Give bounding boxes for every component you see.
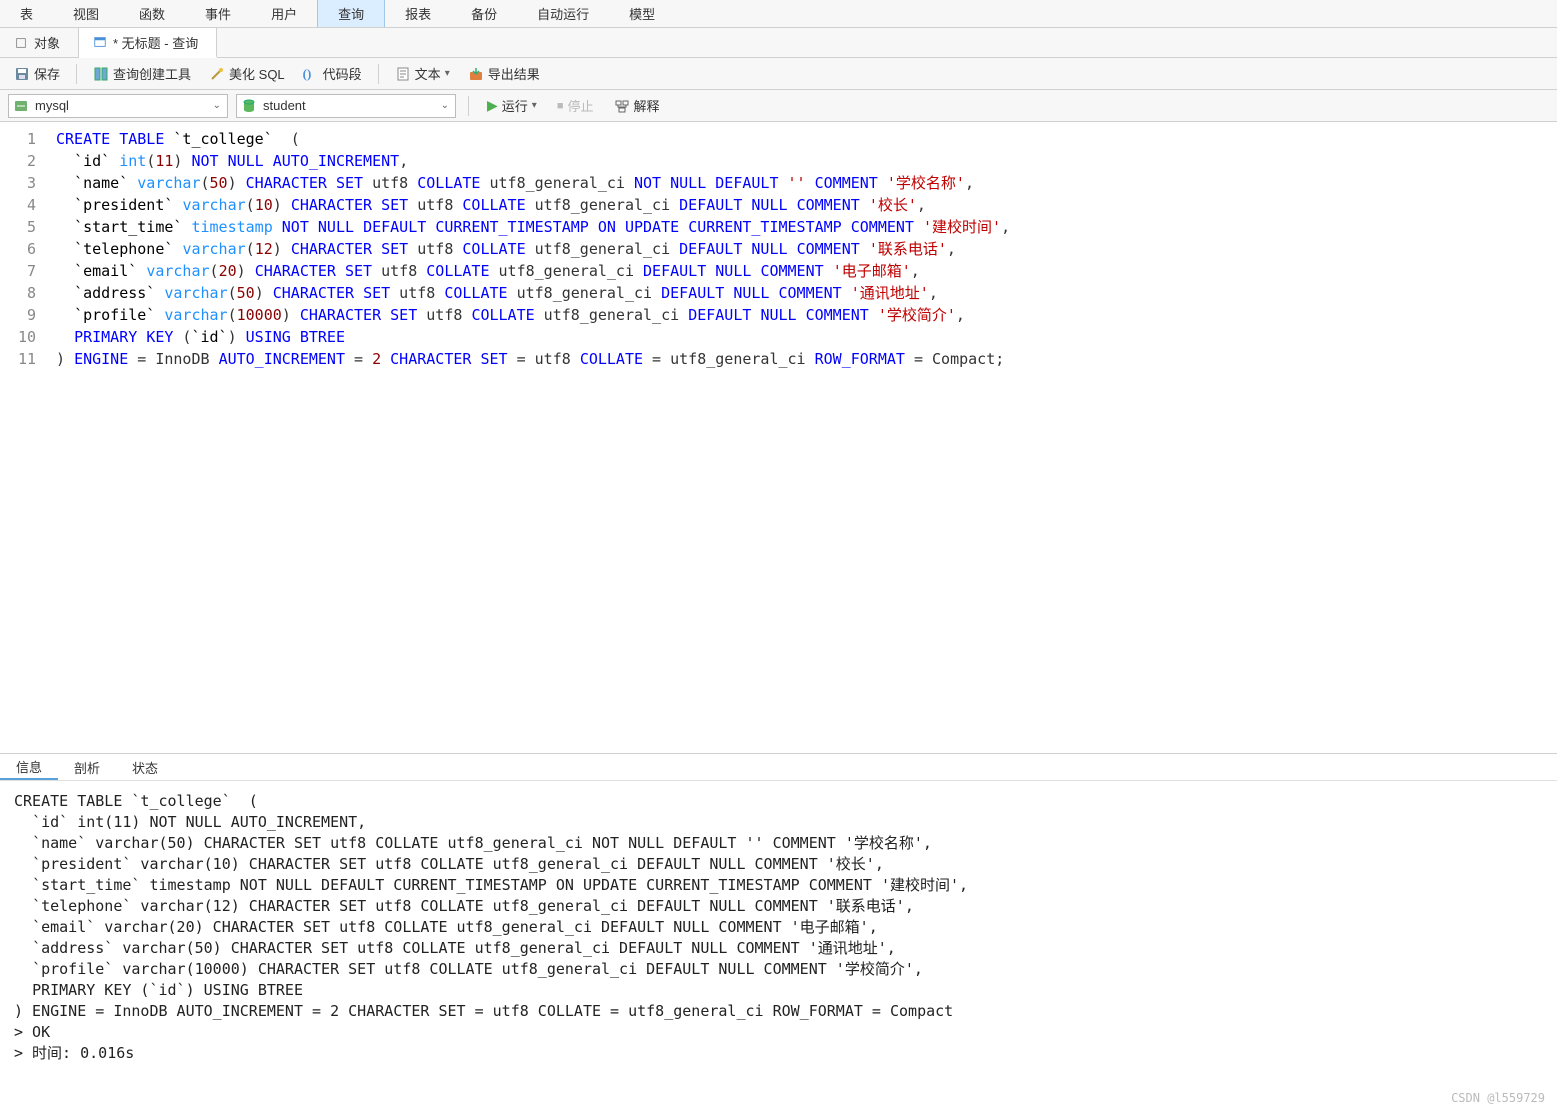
- beautify-sql-button[interactable]: 美化 SQL: [203, 61, 291, 86]
- snippet-label: 代码段: [323, 64, 362, 83]
- code-line[interactable]: PRIMARY KEY (`id`) USING BTREE: [56, 326, 1549, 348]
- separator: [468, 96, 469, 116]
- text-button[interactable]: 文本 ▾: [389, 61, 456, 86]
- query-builder-label: 查询创建工具: [113, 64, 191, 83]
- sql-editor[interactable]: 1234567891011 CREATE TABLE `t_college` (…: [0, 122, 1557, 753]
- object-icon: [14, 36, 28, 50]
- database-icon: [241, 98, 257, 114]
- snippet-icon: (): [303, 66, 319, 82]
- code-line[interactable]: `name` varchar(50) CHARACTER SET utf8 CO…: [56, 172, 1549, 194]
- text-label: 文本: [415, 64, 441, 83]
- menu-item-2[interactable]: 函数: [119, 0, 185, 27]
- tab-label: 对象: [34, 33, 60, 52]
- stop-icon: ■: [557, 100, 564, 112]
- dropdown-caret-icon: ▾: [532, 100, 537, 111]
- save-icon: [14, 66, 30, 82]
- connection-icon: [13, 98, 29, 114]
- toolbar: 保存 查询创建工具 美化 SQL () 代码段 文本 ▾ 导出结果: [0, 58, 1557, 90]
- save-button[interactable]: 保存: [8, 61, 66, 86]
- output-tabbar: 信息剖析状态: [0, 753, 1557, 781]
- line-gutter: 1234567891011: [0, 122, 48, 753]
- menubar: 表视图函数事件用户查询报表备份自动运行模型: [0, 0, 1557, 28]
- document-tabbar: 对象 * 无标题 - 查询: [0, 28, 1557, 58]
- chevron-down-icon: ⌄: [439, 100, 451, 111]
- explain-label: 解释: [634, 96, 660, 115]
- code-line[interactable]: ) ENGINE = InnoDB AUTO_INCREMENT = 2 CHA…: [56, 348, 1549, 370]
- menu-item-1[interactable]: 视图: [53, 0, 119, 27]
- document-tab-0[interactable]: 对象: [0, 28, 79, 57]
- export-icon: [468, 66, 484, 82]
- code-line[interactable]: CREATE TABLE `t_college` (: [56, 128, 1549, 150]
- connection-name: mysql: [35, 98, 205, 113]
- save-label: 保存: [34, 64, 60, 83]
- menu-item-6[interactable]: 报表: [385, 0, 451, 27]
- connection-dropdown[interactable]: mysql ⌄: [8, 94, 228, 118]
- output-panel[interactable]: CREATE TABLE `t_college` ( `id` int(11) …: [0, 781, 1557, 1111]
- menu-item-3[interactable]: 事件: [185, 0, 251, 27]
- code-area[interactable]: CREATE TABLE `t_college` ( `id` int(11) …: [48, 122, 1557, 753]
- output-tab-2[interactable]: 状态: [116, 754, 174, 780]
- output-tab-1[interactable]: 剖析: [58, 754, 116, 780]
- export-button[interactable]: 导出结果: [462, 61, 546, 86]
- watermark: CSDN @l559729: [1451, 1091, 1545, 1105]
- code-snippet-button[interactable]: () 代码段: [297, 61, 368, 86]
- menu-item-0[interactable]: 表: [0, 0, 53, 27]
- tab-label: * 无标题 - 查询: [113, 33, 198, 52]
- explain-icon: [614, 98, 630, 114]
- code-line[interactable]: `email` varchar(20) CHARACTER SET utf8 C…: [56, 260, 1549, 282]
- menu-item-9[interactable]: 模型: [609, 0, 675, 27]
- code-line[interactable]: `profile` varchar(10000) CHARACTER SET u…: [56, 304, 1549, 326]
- code-line[interactable]: `id` int(11) NOT NULL AUTO_INCREMENT,: [56, 150, 1549, 172]
- code-line[interactable]: `president` varchar(10) CHARACTER SET ut…: [56, 194, 1549, 216]
- separator: [378, 64, 379, 84]
- play-icon: ▶: [487, 97, 498, 114]
- connection-bar: mysql ⌄ student ⌄ ▶ 运行 ▾ ■ 停止 解释: [0, 90, 1557, 122]
- explain-button[interactable]: 解释: [608, 93, 666, 118]
- query-builder-button[interactable]: 查询创建工具: [87, 61, 197, 86]
- wand-icon: [209, 66, 225, 82]
- database-name: student: [263, 98, 433, 113]
- stop-button[interactable]: ■ 停止: [551, 93, 600, 118]
- run-button[interactable]: ▶ 运行 ▾: [481, 93, 543, 118]
- menu-item-8[interactable]: 自动运行: [517, 0, 609, 27]
- stop-label: 停止: [567, 96, 593, 115]
- separator: [76, 64, 77, 84]
- code-line[interactable]: `telephone` varchar(12) CHARACTER SET ut…: [56, 238, 1549, 260]
- menu-item-5[interactable]: 查询: [317, 0, 385, 27]
- text-icon: [395, 66, 411, 82]
- beautify-label: 美化 SQL: [229, 64, 285, 83]
- menu-item-4[interactable]: 用户: [251, 0, 317, 27]
- query-icon: [93, 35, 107, 49]
- output-tab-0[interactable]: 信息: [0, 754, 58, 780]
- code-line[interactable]: `address` varchar(50) CHARACTER SET utf8…: [56, 282, 1549, 304]
- menu-item-7[interactable]: 备份: [451, 0, 517, 27]
- builder-icon: [93, 66, 109, 82]
- dropdown-caret-icon: ▾: [445, 68, 450, 79]
- chevron-down-icon: ⌄: [211, 100, 223, 111]
- run-label: 运行: [502, 96, 528, 115]
- document-tab-1[interactable]: * 无标题 - 查询: [79, 28, 217, 58]
- export-label: 导出结果: [488, 64, 540, 83]
- code-line[interactable]: `start_time` timestamp NOT NULL DEFAULT …: [56, 216, 1549, 238]
- database-dropdown[interactable]: student ⌄: [236, 94, 456, 118]
